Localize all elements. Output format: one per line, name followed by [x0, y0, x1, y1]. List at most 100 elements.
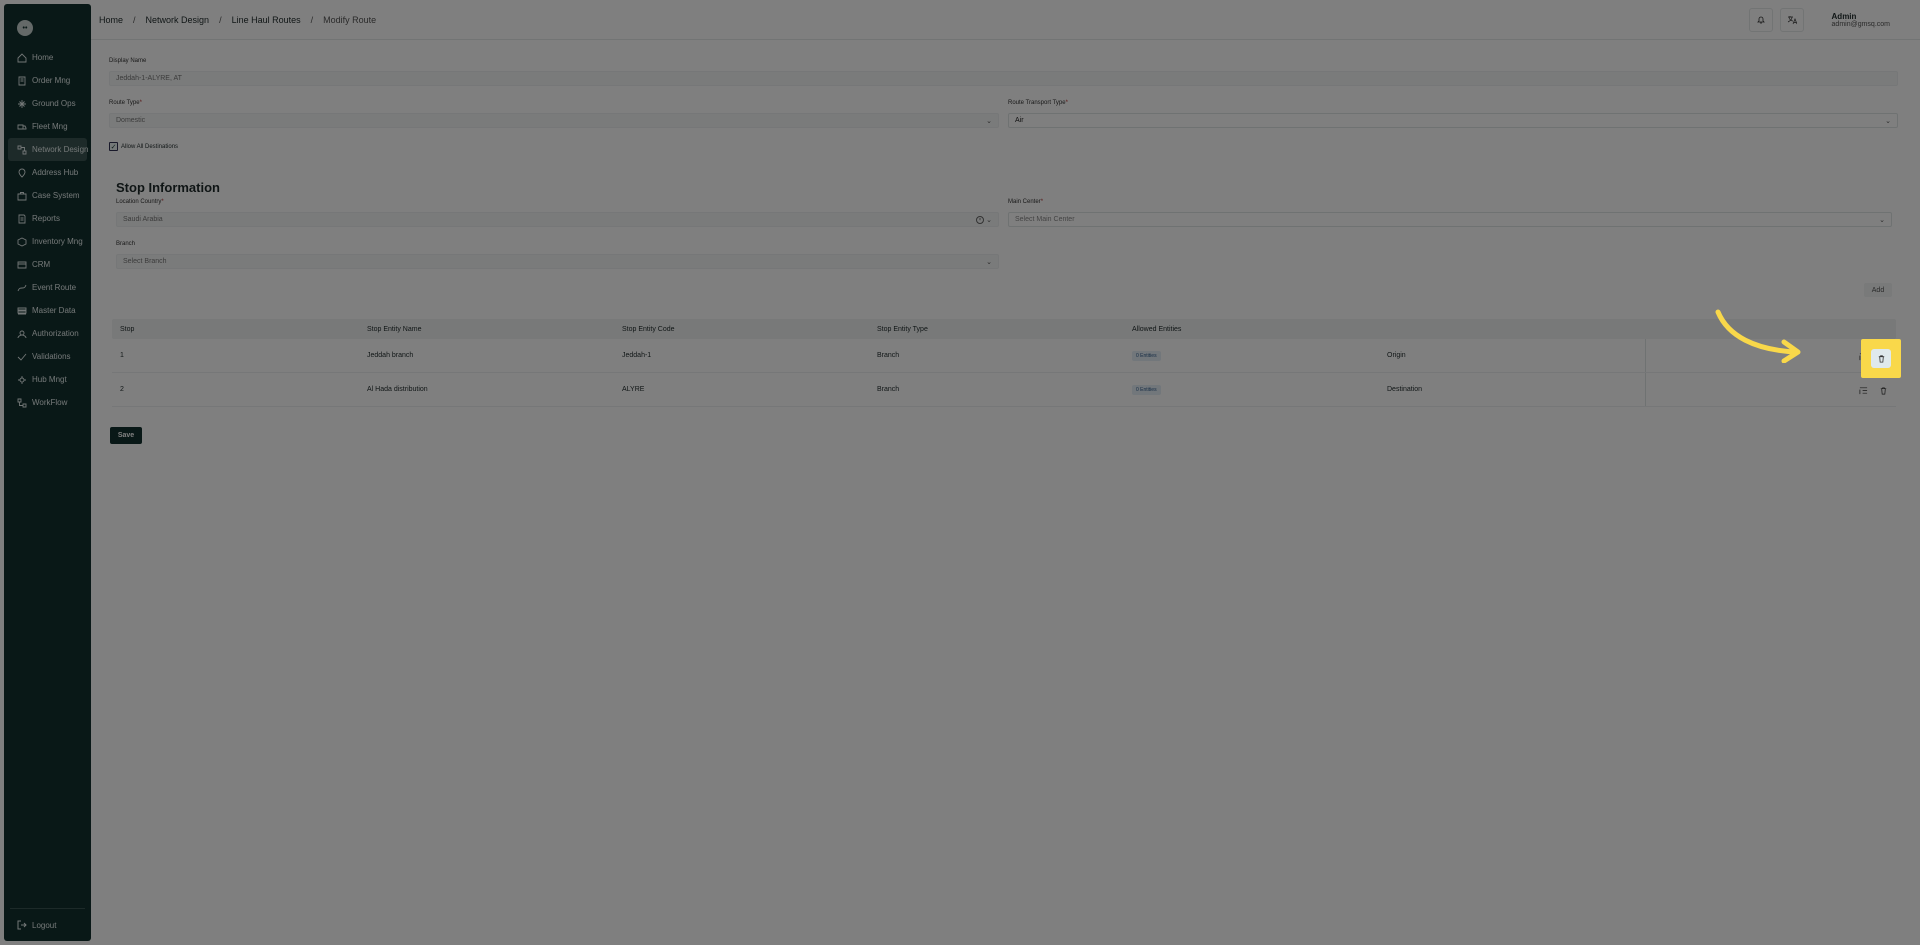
bell-icon [1756, 16, 1765, 23]
cell-entity-code: Jeddah-1 [622, 352, 652, 359]
route-type-select[interactable]: Domestic ⌄ [109, 113, 999, 128]
cell-entity-type: Branch [877, 386, 900, 393]
stop-information-title: Stop Information [116, 180, 220, 195]
transport-type-label: Route Transport Type* [1008, 100, 1068, 106]
logout-label: Logout [32, 920, 57, 930]
allow-all-label: Allow All Destinations [121, 143, 179, 150]
pointer-arrow-icon [1715, 309, 1801, 363]
cell-position: Destination [1387, 386, 1423, 393]
allow-all-destinations[interactable]: ✓ Allow All Destinations [109, 142, 178, 151]
edit-entities-button[interactable] [1857, 384, 1870, 397]
sidebar-item-hub-mngt[interactable]: Hub Mngt [8, 368, 87, 391]
crm-icon [17, 260, 27, 270]
sidebar-item-master-data[interactable]: Master Data [8, 299, 87, 322]
breadcrumb-home[interactable]: Home [99, 15, 123, 25]
workflow-icon [17, 398, 27, 408]
cell-entity-name: Al Hada distribution [367, 386, 428, 393]
branch-label: Branch [116, 241, 136, 247]
table-header: Stop Stop Entity Name Stop Entity Code S… [112, 319, 1896, 339]
highlighted-delete-button[interactable] [1861, 339, 1901, 378]
sidebar-item-reports[interactable]: Reports [8, 207, 87, 230]
main-center-select[interactable]: Select Main Center ⌄ [1008, 212, 1892, 227]
sidebar: •• Home Order Mng Ground Ops Fleet Mng Netwo… [4, 4, 91, 941]
sidebar-item-inventory-mng[interactable]: Inventory Mng [8, 230, 87, 253]
location-country-value: Saudi Arabia [123, 216, 163, 223]
app-logo[interactable]: •• [17, 20, 33, 36]
chevron-down-icon: ⌄ [1879, 217, 1885, 224]
top-header: Home / Network Design / Line Haul Routes… [91, 0, 1920, 40]
database-icon [17, 306, 27, 316]
sidebar-item-network-design[interactable]: Network Design [8, 138, 89, 161]
chevron-down-icon: ⌄ [1885, 118, 1891, 125]
add-button[interactable]: Add [1864, 283, 1892, 297]
ground-ops-icon [17, 99, 27, 109]
home-icon [17, 52, 27, 63]
translate-button[interactable] [1779, 7, 1804, 32]
delete-row-button[interactable] [1877, 384, 1890, 397]
transport-type-select[interactable]: Air ⌄ [1008, 113, 1898, 128]
checkbox-checked-icon[interactable]: ✓ [109, 142, 118, 151]
inventory-icon [17, 236, 27, 247]
sidebar-item-authorization[interactable]: Authorization [8, 322, 87, 345]
breadcrumb-line-haul-routes[interactable]: Line Haul Routes [232, 15, 301, 25]
sidebar-item-label: Case System [32, 191, 80, 200]
case-icon [17, 191, 27, 201]
sidebar-item-label: Address Hub [32, 168, 79, 177]
sidebar-item-label: Hub Mngt [32, 375, 67, 384]
sidebar-item-label: Network Design [32, 145, 89, 154]
breadcrumb-network-design[interactable]: Network Design [146, 15, 210, 25]
sidebar-item-label: Event Route [32, 283, 77, 292]
tutorial-overlay [0, 0, 1920, 945]
sidebar-item-label: Order Mng [32, 76, 71, 85]
branch-select[interactable]: Select Branch ⌄ [116, 254, 999, 269]
cell-stop: 2 [120, 386, 124, 393]
truck-icon [17, 122, 27, 132]
save-button[interactable]: Save [110, 427, 142, 444]
allowed-entities-badge[interactable]: 0 Entities [1132, 384, 1161, 395]
order-icon [17, 76, 27, 86]
breadcrumb: Home / Network Design / Line Haul Routes… [99, 14, 377, 25]
cell-position: Origin [1387, 352, 1406, 359]
main-center-label: Main Center* [1008, 199, 1044, 205]
table-row: 2 Al Hada distribution ALYRE Branch 0 En… [112, 373, 1896, 407]
sidebar-item-address-hub[interactable]: Address Hub [8, 161, 87, 184]
notification-button[interactable] [1748, 7, 1773, 32]
sidebar-item-case-system[interactable]: Case System [8, 184, 87, 207]
sidebar-item-validations[interactable]: Validations [8, 345, 87, 368]
sidebar-item-label: Authorization [32, 329, 79, 338]
sidebar-item-crm[interactable]: CRM [8, 253, 87, 276]
sidebar-item-label: Validations [32, 352, 71, 361]
logout-button[interactable]: Logout [4, 909, 91, 941]
sidebar-item-event-route[interactable]: Event Route [8, 276, 87, 299]
sidebar-item-fleet-mng[interactable]: Fleet Mng [8, 115, 87, 138]
location-country-label: Location Country* [116, 199, 164, 205]
location-country-select[interactable]: Saudi Arabia × ⌄ [116, 212, 999, 227]
table-row: 1 Jeddah branch Jeddah-1 Branch 0 Entiti… [112, 339, 1896, 373]
sidebar-item-workflow[interactable]: WorkFlow [8, 391, 87, 414]
sidebar-item-home[interactable]: Home [8, 46, 87, 69]
sidebar-item-ground-ops[interactable]: Ground Ops [8, 92, 87, 115]
trash-icon [1878, 355, 1884, 363]
event-route-icon [17, 283, 27, 293]
user-name: Admin [1831, 11, 1857, 21]
list-edit-icon [1859, 387, 1868, 395]
sidebar-item-label: Master Data [32, 306, 76, 315]
breadcrumb-current: Modify Route [323, 14, 377, 25]
sidebar-item-label: WorkFlow [32, 398, 68, 407]
display-name-input[interactable]: Jeddah-1-ALYRE, AT [109, 71, 1898, 86]
clear-icon[interactable]: × [976, 216, 984, 224]
sidebar-nav: Home Order Mng Ground Ops Fleet Mng Network … [4, 46, 91, 414]
header-entity-type: Stop Entity Type [877, 325, 928, 333]
allowed-entities-badge[interactable]: 0 Entities [1132, 350, 1161, 361]
sidebar-item-order-mng[interactable]: Order Mng [8, 69, 87, 92]
cell-stop: 1 [120, 352, 124, 359]
user-menu[interactable]: Admin admin@gmsq.com [1824, 8, 1898, 32]
display-name-value: Jeddah-1-ALYRE, AT [116, 75, 182, 82]
transport-type-value: Air [1015, 117, 1024, 124]
sidebar-item-label: Inventory Mng [32, 237, 83, 246]
header-allowed-entities: Allowed Entities [1132, 325, 1182, 333]
cell-entity-type: Branch [877, 352, 900, 359]
column-divider [1645, 373, 1646, 406]
main-center-placeholder: Select Main Center [1015, 216, 1075, 223]
sidebar-item-label: Ground Ops [32, 99, 76, 108]
